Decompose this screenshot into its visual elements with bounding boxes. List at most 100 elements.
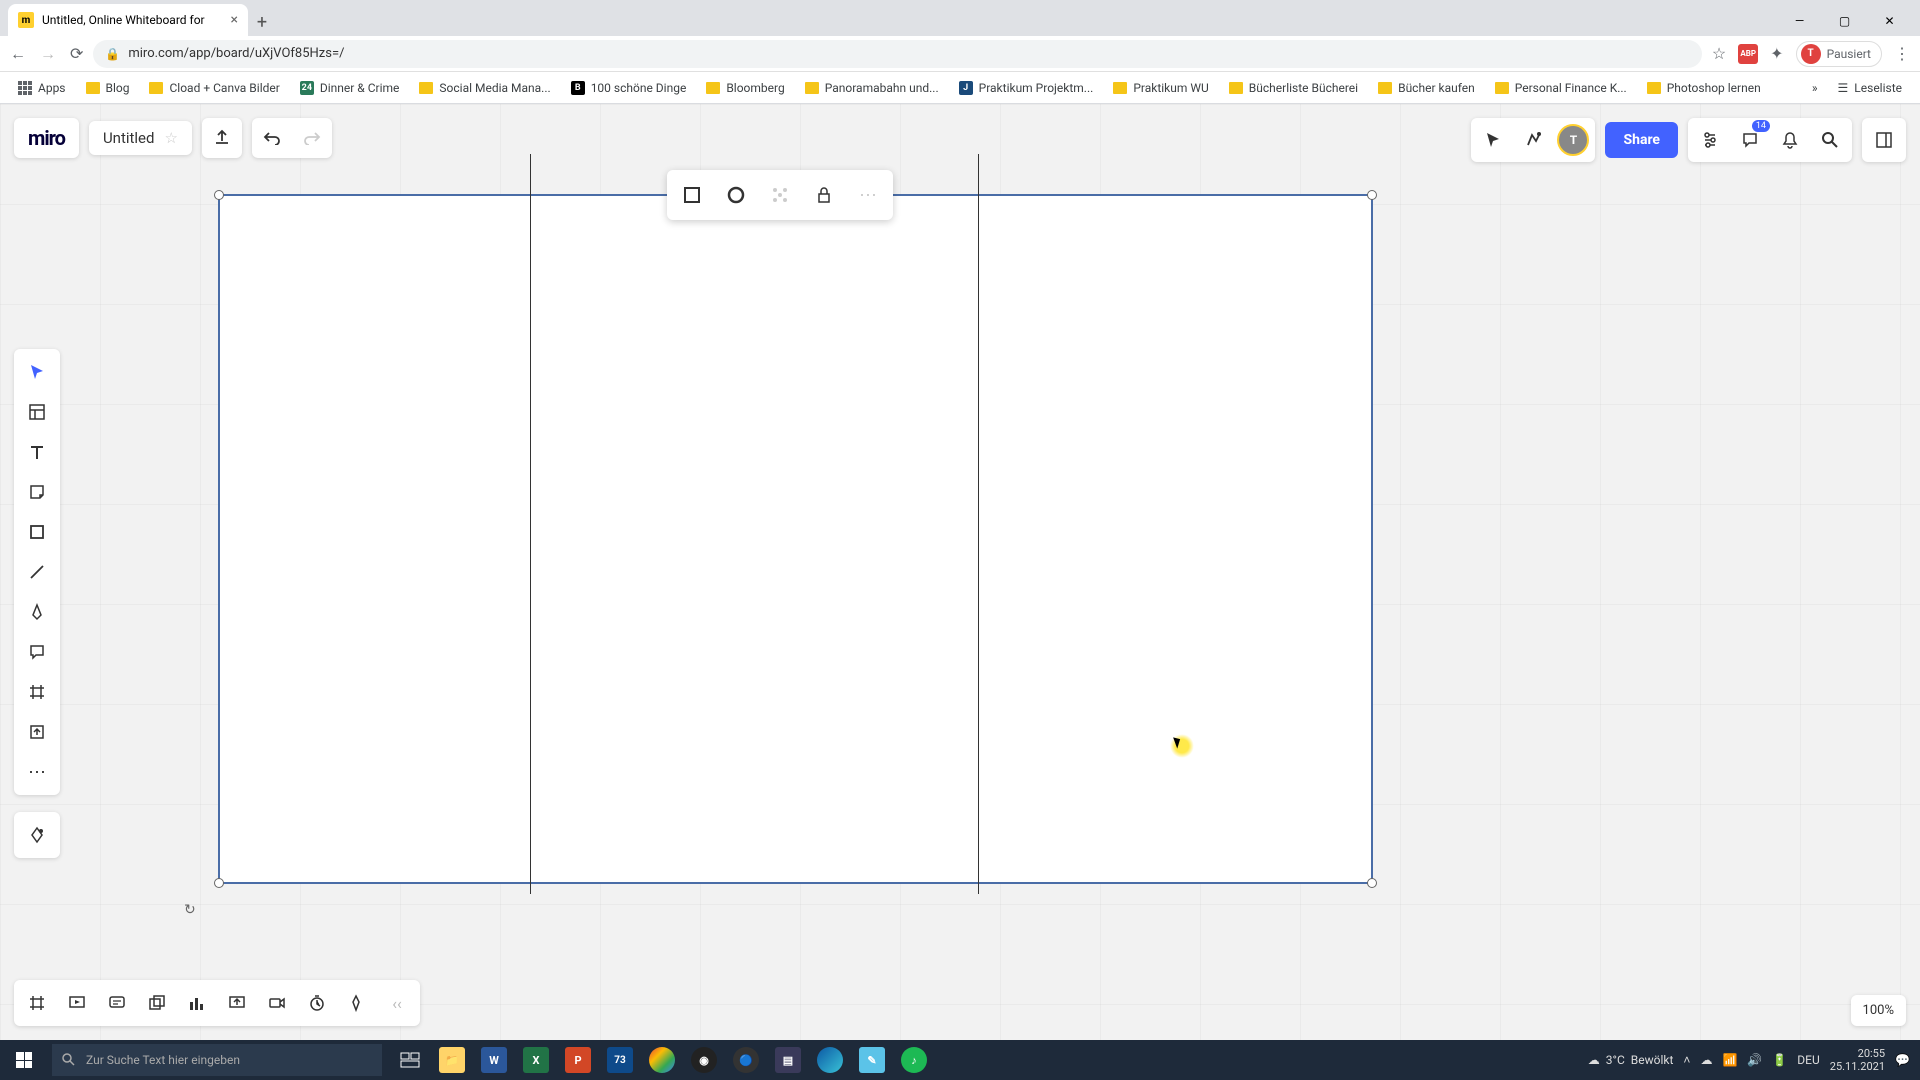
video-icon[interactable]	[258, 984, 296, 1022]
wifi-icon[interactable]: 📶	[1722, 1053, 1737, 1067]
comments-icon[interactable]: 14	[1732, 122, 1768, 158]
forward-button[interactable]: →	[40, 44, 56, 64]
redo-button[interactable]	[292, 118, 332, 158]
board-title-box[interactable]: Untitled ☆	[89, 121, 192, 155]
browser-menu-icon[interactable]: ⋮	[1894, 44, 1910, 63]
clock[interactable]: 20:55 25.11.2021	[1830, 1047, 1885, 1073]
user-avatar[interactable]: T	[1555, 122, 1591, 158]
onedrive-icon[interactable]: ☁	[1700, 1053, 1712, 1067]
shape-tool[interactable]	[18, 513, 56, 551]
bookmark-item[interactable]: Cload + Canva Bilder	[141, 77, 287, 99]
collapse-toolbar-icon[interactable]: ‹‹	[378, 984, 416, 1022]
cursor-mode-icon[interactable]	[1475, 122, 1511, 158]
app-icon[interactable]: 🔵	[726, 1040, 766, 1080]
browser-tab[interactable]: m Untitled, Online Whiteboard for ×	[8, 4, 248, 36]
export-button[interactable]	[202, 118, 242, 158]
rotate-handle[interactable]: ↻	[184, 902, 196, 918]
word-icon[interactable]: W	[474, 1040, 514, 1080]
maximize-button[interactable]: ▢	[1822, 6, 1867, 36]
app-icon[interactable]: ▤	[768, 1040, 808, 1080]
spotify-icon[interactable]: ♪	[894, 1040, 934, 1080]
voting-icon[interactable]	[178, 984, 216, 1022]
miro-logo[interactable]: miro	[14, 118, 79, 158]
divider-line[interactable]	[530, 154, 531, 894]
lock-button[interactable]	[805, 176, 843, 214]
resize-handle-tl[interactable]	[214, 190, 224, 200]
frames-panel-icon[interactable]	[18, 984, 56, 1022]
reactions-icon[interactable]	[1515, 122, 1551, 158]
select-tool[interactable]	[18, 353, 56, 391]
border-style-button[interactable]	[673, 176, 711, 214]
reload-button[interactable]: ⟳	[70, 44, 83, 63]
presentation-icon[interactable]	[58, 984, 96, 1022]
sticky-note-tool[interactable]	[18, 473, 56, 511]
apps-tool[interactable]	[18, 816, 56, 854]
bookmark-item[interactable]: Social Media Mana...	[411, 77, 558, 99]
task-view-icon[interactable]	[390, 1040, 430, 1080]
taskbar-search[interactable]: Zur Suche Text hier eingeben	[52, 1044, 382, 1076]
resize-handle-bl[interactable]	[214, 878, 224, 888]
border-weight-button[interactable]	[717, 176, 755, 214]
pen-tool[interactable]	[18, 593, 56, 631]
notifications-icon[interactable]	[1772, 122, 1808, 158]
obs-icon[interactable]: ◉	[684, 1040, 724, 1080]
close-tab-icon[interactable]: ×	[231, 12, 238, 28]
powerpoint-icon[interactable]: P	[558, 1040, 598, 1080]
bookmark-item[interactable]: Bücher kaufen	[1370, 77, 1483, 99]
more-options-button[interactable]: ⋯	[849, 176, 887, 214]
line-tool[interactable]	[18, 553, 56, 591]
file-explorer-icon[interactable]: 📁	[432, 1040, 472, 1080]
bookmark-item[interactable]: Praktikum WU	[1105, 77, 1216, 99]
text-tool[interactable]	[18, 433, 56, 471]
bookmark-item[interactable]: Personal Finance K...	[1487, 77, 1635, 99]
battery-icon[interactable]: 🔋	[1772, 1053, 1787, 1067]
back-button[interactable]: ←	[10, 44, 26, 64]
abp-extension-icon[interactable]: ABP	[1738, 44, 1758, 64]
new-tab-button[interactable]: +	[248, 8, 276, 36]
fill-color-button[interactable]	[761, 176, 799, 214]
selected-frame[interactable]: ↻	[218, 194, 1373, 884]
calendar-icon[interactable]: 73	[600, 1040, 640, 1080]
language-indicator[interactable]: DEU	[1797, 1053, 1819, 1067]
bookmark-item[interactable]: Bücherliste Bücherei	[1221, 77, 1366, 99]
extensions-icon[interactable]: ✦	[1770, 44, 1783, 63]
bookmark-item[interactable]: 24Dinner & Crime	[292, 77, 408, 99]
profile-button[interactable]: T Pausiert	[1796, 41, 1882, 67]
minimize-button[interactable]: —	[1777, 6, 1822, 36]
url-field[interactable]: 🔒 miro.com/app/board/uXjVOf85Hzs=/	[93, 40, 1701, 68]
zoom-level[interactable]: 100%	[1851, 995, 1906, 1026]
excel-icon[interactable]: X	[516, 1040, 556, 1080]
close-window-button[interactable]: ✕	[1867, 6, 1912, 36]
bookmark-item[interactable]: B100 schöne Dinge	[563, 77, 695, 99]
bookmark-item[interactable]: Bloomberg	[698, 77, 792, 99]
canvas[interactable]: ↻ ⋯	[0, 104, 1920, 1040]
activity-panel-icon[interactable]	[1866, 122, 1902, 158]
search-icon[interactable]	[1812, 122, 1848, 158]
screen-share-icon[interactable]	[218, 984, 256, 1022]
divider-line[interactable]	[978, 154, 979, 894]
timer-icon[interactable]	[298, 984, 336, 1022]
bookmark-item[interactable]: Photoshop lernen	[1639, 77, 1769, 99]
volume-icon[interactable]: 🔊	[1747, 1053, 1762, 1067]
favorite-star-icon[interactable]: ☆	[164, 129, 177, 147]
tray-expand-icon[interactable]: ˄	[1683, 1053, 1690, 1067]
comment-tool[interactable]	[18, 633, 56, 671]
edge-icon[interactable]	[810, 1040, 850, 1080]
bookmarks-overflow-icon[interactable]: »	[1812, 81, 1818, 95]
weather-widget[interactable]: ☁ 3°C Bewölkt	[1588, 1053, 1674, 1067]
templates-tool[interactable]	[18, 393, 56, 431]
share-button[interactable]: Share	[1605, 122, 1678, 158]
bookmark-star-icon[interactable]: ☆	[1712, 44, 1726, 63]
notepad-icon[interactable]: ✎	[852, 1040, 892, 1080]
reading-list-button[interactable]: ☰ Leseliste	[1830, 77, 1910, 99]
chrome-icon[interactable]	[642, 1040, 682, 1080]
undo-button[interactable]	[252, 118, 292, 158]
start-button[interactable]	[0, 1040, 48, 1080]
chat-icon[interactable]	[98, 984, 136, 1022]
notifications-center-icon[interactable]: 💬	[1895, 1053, 1910, 1067]
resize-handle-tr[interactable]	[1367, 190, 1377, 200]
bookmark-item[interactable]: Panoramabahn und...	[797, 77, 947, 99]
resize-handle-br[interactable]	[1367, 878, 1377, 888]
settings-icon[interactable]	[1692, 122, 1728, 158]
bookmark-item[interactable]: JPraktikum Projektm...	[951, 77, 1102, 99]
